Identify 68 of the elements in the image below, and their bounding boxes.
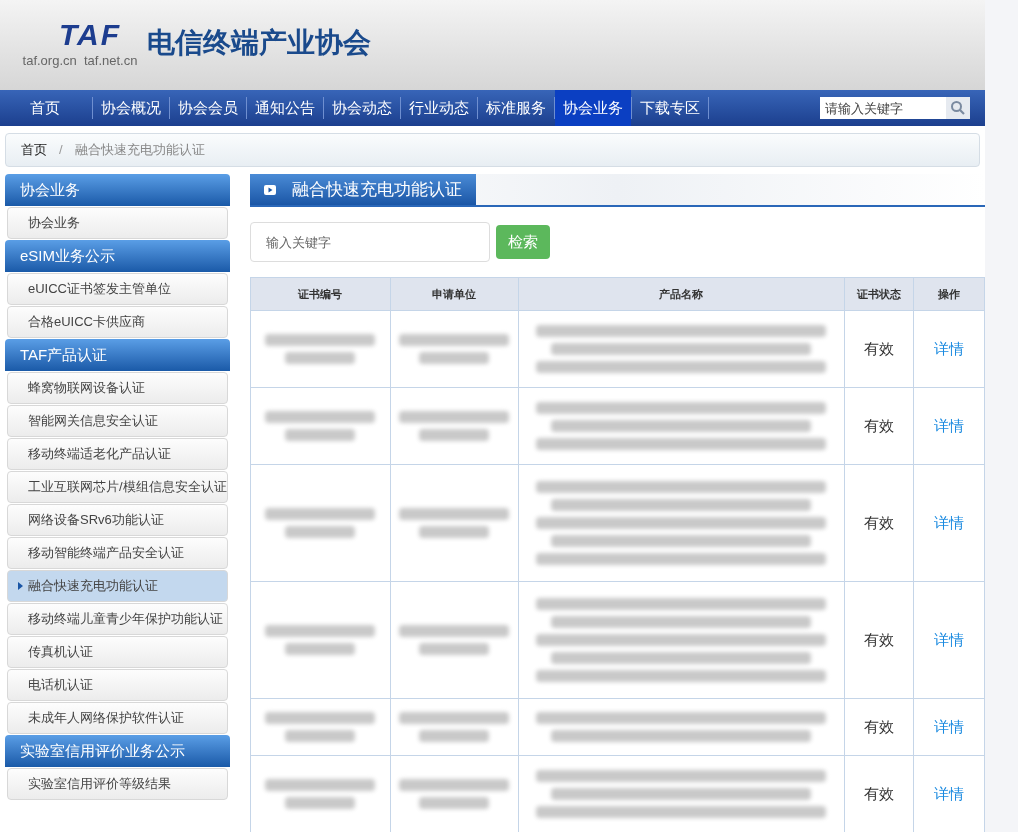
blurred-text xyxy=(285,429,356,441)
play-icon xyxy=(264,184,276,195)
blurred-text xyxy=(285,526,356,538)
sidebar-item[interactable]: 传真机认证 xyxy=(7,636,228,668)
sidebar-item[interactable]: 未成年人网络保护软件认证 xyxy=(7,702,228,734)
status-cell: 有效 xyxy=(844,310,914,388)
sidebar-item[interactable]: 电话机认证 xyxy=(7,669,228,701)
sidebar-item[interactable]: 移动终端儿童青少年保护功能认证 xyxy=(7,603,228,635)
logo-mark: TAF xyxy=(58,19,122,52)
blurred-text xyxy=(285,643,356,655)
details-link[interactable]: 详情 xyxy=(934,784,965,802)
nav-item[interactable]: 行业动态 xyxy=(401,90,477,126)
blurred-text xyxy=(285,797,356,809)
column-header: 产品名称 xyxy=(518,277,845,311)
sidebar-item[interactable]: 移动智能终端产品安全认证 xyxy=(7,537,228,569)
site-title: 电信终端产业协会 xyxy=(147,26,371,60)
nav-item[interactable]: 首页 xyxy=(20,90,70,126)
sidebar-item[interactable]: 移动终端适老化产品认证 xyxy=(7,438,228,470)
breadcrumb-separator: / xyxy=(59,141,63,160)
nav-item[interactable]: 协会会员 xyxy=(170,90,246,126)
blurred-text xyxy=(419,643,490,655)
sidebar-heading: 协会业务 xyxy=(5,174,230,206)
nav-item[interactable]: 标准服务 xyxy=(478,90,554,126)
status-cell: 有效 xyxy=(844,464,914,582)
blurred-text xyxy=(285,352,356,364)
status-cell: 有效 xyxy=(844,387,914,465)
section-title: 融合快速充电功能认证 xyxy=(292,178,462,201)
blurred-text xyxy=(285,730,356,742)
search-icon[interactable] xyxy=(946,97,970,119)
column-header: 申请单位 xyxy=(390,277,519,311)
sidebar-item[interactable]: 合格eUICC卡供应商 xyxy=(7,306,228,338)
status-cell: 有效 xyxy=(844,698,914,756)
details-link[interactable]: 详情 xyxy=(934,717,965,735)
nav-item[interactable]: 协会动态 xyxy=(324,90,400,126)
breadcrumb-link[interactable]: 首页 xyxy=(21,140,47,160)
caret-icon xyxy=(18,582,23,590)
blurred-text xyxy=(419,797,490,809)
nav-item[interactable]: 协会业务 xyxy=(555,90,631,126)
current-page-label: 融合快速充电功能认证 xyxy=(74,141,205,160)
search-field[interactable]: 请输入关键字 xyxy=(820,97,946,119)
column-header: 操作 xyxy=(913,277,985,311)
details-link[interactable]: 详情 xyxy=(934,416,965,434)
sidebar-item[interactable]: 协会业务 xyxy=(7,207,228,239)
blurred-text xyxy=(419,352,490,364)
sidebar-item[interactable]: 实验室信用评价等级结果 xyxy=(7,768,228,800)
blurred-text xyxy=(419,429,490,441)
sidebar-item[interactable]: 网络设备SRv6功能认证 xyxy=(7,504,228,536)
sidebar-item[interactable]: 蜂窝物联网设备认证 xyxy=(7,372,228,404)
sidebar-heading: eSIM业务公示 xyxy=(5,240,230,272)
column-header: 证书状态 xyxy=(844,277,914,311)
sidebar-item[interactable]: 融合快速充电功能认证 xyxy=(7,570,228,602)
sidebar-item[interactable]: 工业互联网芯片/模组信息安全认证 xyxy=(7,471,228,503)
sidebar-heading: TAF产品认证 xyxy=(5,339,230,371)
details-link[interactable]: 详情 xyxy=(934,513,965,531)
status-cell: 有效 xyxy=(844,581,914,699)
nav-item[interactable]: 通知公告 xyxy=(247,90,323,126)
sidebar-item[interactable]: 智能网关信息安全认证 xyxy=(7,405,228,437)
sidebar-heading: 实验室信用评价业务公示 xyxy=(5,735,230,767)
logo-domains: taf.org.cn taf.net.cn xyxy=(22,52,138,71)
details-link[interactable]: 详情 xyxy=(934,630,965,648)
column-header: 证书编号 xyxy=(250,277,391,311)
nav-item[interactable]: 协会概况 xyxy=(93,90,169,126)
blurred-text xyxy=(419,730,490,742)
sidebar-item[interactable]: eUICC证书签发主管单位 xyxy=(7,273,228,305)
nav-item[interactable]: 下载专区 xyxy=(632,90,708,126)
details-link[interactable]: 详情 xyxy=(934,339,965,357)
keyword-field[interactable]: 输入关键字 xyxy=(250,222,490,262)
blurred-text xyxy=(419,526,490,538)
